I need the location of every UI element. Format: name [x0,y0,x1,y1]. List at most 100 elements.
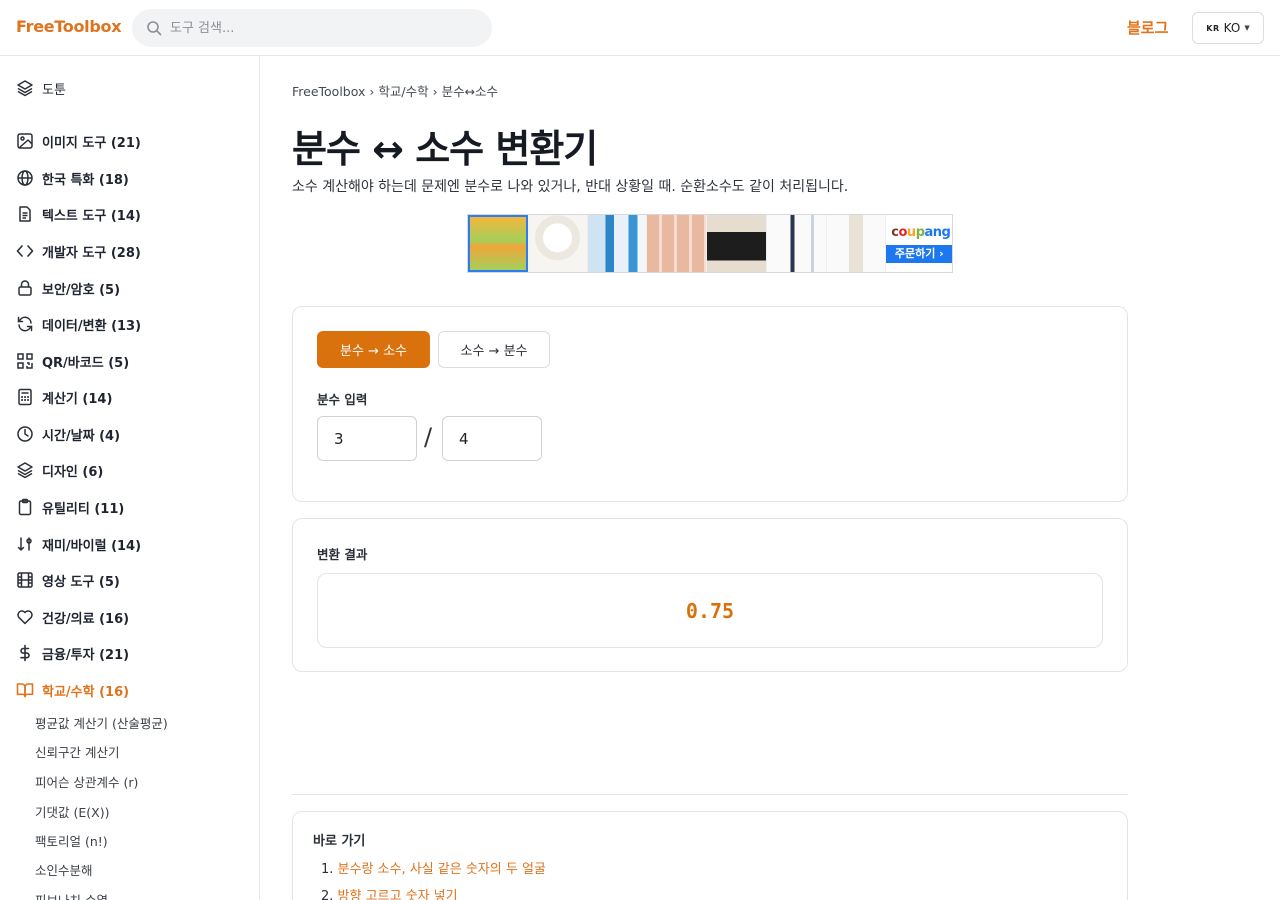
result-box: 0.75 [317,573,1103,648]
code-icon [16,245,34,257]
sidebar-item-image[interactable]: 이미지 도구 (21) [16,129,141,153]
sidebar-item-data[interactable]: 데이터/변환 (13) [16,312,141,336]
calculator-icon [18,388,32,406]
heart-icon [17,610,33,625]
caret-down-icon: ▼ [1244,24,1250,32]
breadcrumb-separator: › [369,84,375,99]
sidebar-item-fun[interactable]: 재미/바이럴 (14) [16,532,141,556]
sidebar-item-label: 한국 특화 (18) [42,172,129,188]
sidebar-item-label: 재미/바이럴 (14) [42,538,142,554]
clipboard-icon [18,498,32,516]
denominator-input[interactable] [442,416,542,461]
lock-icon [18,280,32,296]
layers-icon [17,80,33,97]
clock-icon [17,426,33,442]
search-input[interactable] [170,9,480,47]
breadcrumb-category[interactable]: 학교/수학 [378,84,428,99]
toc-link[interactable]: 방향 고르고 숫자 넣기 [338,889,458,900]
breadcrumb: FreeToolbox › 학교/수학 › 분수↔소수 [292,81,498,100]
result-value: 0.75 [685,598,735,623]
ad-product-image[interactable] [766,215,827,272]
film-icon [17,572,33,588]
sidebar-item-time[interactable]: 시간/날짜 (4) [16,422,120,446]
sidebar-item-label: 데이터/변환 (13) [42,318,142,334]
sidebar-item-label: 디자인 (6) [42,464,104,480]
sidebar-item-school-math[interactable]: 학교/수학 (16) [16,678,129,702]
sidebar-item-security[interactable]: 보안/암호 (5) [16,276,120,300]
sidebar-item-label: 도툰 [42,82,66,98]
ad-order-button[interactable]: 주문하기 › [886,245,953,263]
book-open-icon [16,683,34,698]
toc-item-number: 1. [321,862,334,877]
breadcrumb-separator: › [432,84,438,99]
sidebar-item-korea[interactable]: 한국 특화 (18) [16,166,129,190]
ad-product-image[interactable] [826,215,887,272]
sidebar-item-label: 이미지 도구 (21) [42,135,141,151]
ad-product-image[interactable] [587,215,648,272]
ad-product-image[interactable] [647,215,708,272]
sidebar-item-developer[interactable]: 개발자 도구 (28) [16,239,141,263]
sidebar-item-label: 개발자 도구 (28) [42,245,141,261]
sidebar-item-label: 텍스트 도구 (14) [42,208,141,224]
language-label: KO [1223,21,1241,35]
sidebar-item-label: 시간/날짜 (4) [42,428,121,444]
dollar-icon [20,644,30,662]
sidebar-subitem[interactable]: 기댓값 (E(X)) [35,802,109,821]
sidebar-item-qr[interactable]: QR/바코드 (5) [16,349,129,373]
sidebar-subitem[interactable]: 평균값 계산기 (산술평균) [35,713,168,732]
sidebar-item-label: 학교/수학 (16) [42,684,130,700]
numerator-input[interactable] [317,416,417,461]
search-bar[interactable] [132,9,492,47]
sidebar-item-label: 영상 도구 (5) [42,574,120,590]
qr-icon [17,353,33,369]
toc-title: 바로 가기 [313,834,366,849]
ad-product-image[interactable] [527,215,588,272]
sidebar-subitem[interactable]: 신뢰구간 계산기 [35,742,119,761]
image-icon [17,133,33,149]
toc-item-number: 2. [321,889,334,900]
sidebar-subitem[interactable]: 소인수분해 [35,860,93,879]
sidebar-subitem[interactable]: 팩토리얼 (n!) [35,831,108,850]
sidebar-item-label: 계산기 (14) [42,391,113,407]
globe-icon [17,170,33,186]
sidebar-item-calculator[interactable]: 계산기 (14) [16,385,112,409]
sidebar-item-video[interactable]: 영상 도구 (5) [16,568,120,592]
sidebar-subitem[interactable]: 피어슨 상관계수 (r) [35,772,138,791]
sidebar-subitem[interactable]: 피보나치 수열 [35,890,108,900]
converter-card: 분수 → 소수 소수 → 분수 분수 입력 / [292,306,1128,502]
toc-link[interactable]: 분수랑 소수, 사실 같은 숫자의 두 얼굴 [338,862,546,877]
result-card: 변환 결과 0.75 [292,518,1128,672]
language-select[interactable]: KR KO ▼ [1192,12,1264,44]
result-label: 변환 결과 [317,547,368,562]
fraction-slash: / [424,423,433,451]
sort-icon [17,537,32,551]
tab-decimal-to-fraction[interactable]: 소수 → 분수 [438,331,550,368]
layers-icon [17,462,33,479]
sidebar-item-utility[interactable]: 유틸리티 (11) [16,495,124,519]
breadcrumb-home[interactable]: FreeToolbox [292,84,365,99]
sidebar: 도툰 이미지 도구 (21) 한국 특화 (18) 텍스트 도구 (14) 개발… [0,56,260,900]
sidebar-item-health[interactable]: 건강/의료 (16) [16,605,129,629]
sidebar-item-label: QR/바코드 (5) [42,355,130,371]
site-logo[interactable]: FreeToolbox [16,17,122,36]
blog-link[interactable]: 블로그 [1127,17,1168,38]
ad-product-image[interactable] [707,215,767,272]
ad-product-image[interactable] [468,215,528,272]
sidebar-item-finance[interactable]: 금융/투자 (21) [16,641,129,665]
document-icon [19,206,31,222]
page-title: 분수 ↔ 소수 변환기 [292,127,598,171]
section-divider [292,794,1128,795]
breadcrumb-current: 분수↔소수 [441,84,499,99]
search-icon [147,21,162,36]
sidebar-item-label: 보안/암호 (5) [42,282,121,298]
tab-fraction-to-decimal[interactable]: 분수 → 소수 [317,331,430,368]
sidebar-item-design[interactable]: 디자인 (6) [16,458,103,482]
flag-icon: KR [1206,23,1220,33]
toc-item: 2. 방향 고르고 숫자 넣기 [321,885,458,900]
ad-coupang-panel[interactable]: coupang 주문하기 › [886,215,953,272]
sidebar-item-home[interactable]: 도툰 [16,76,66,100]
toc-item: 1. 분수랑 소수, 사실 같은 숫자의 두 얼굴 [321,858,546,877]
sidebar-item-label: 금융/투자 (21) [42,647,130,663]
ad-banner[interactable]: coupang 주문하기 › [467,214,953,273]
sidebar-item-text[interactable]: 텍스트 도구 (14) [16,202,141,226]
